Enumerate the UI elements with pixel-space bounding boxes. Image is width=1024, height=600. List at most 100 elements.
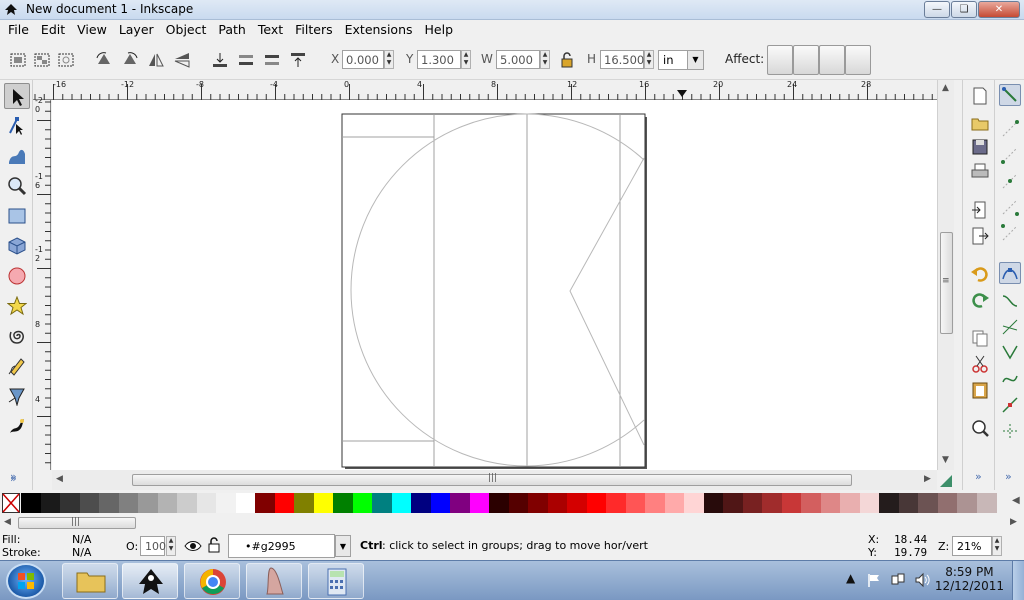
- snap-more-icon[interactable]: »: [1005, 470, 1012, 483]
- 3d-box-tool[interactable]: [4, 233, 30, 259]
- color-swatch[interactable]: [79, 493, 100, 513]
- pen-tool[interactable]: [4, 383, 30, 409]
- h-input[interactable]: 16.500: [600, 50, 644, 69]
- color-swatch[interactable]: [528, 493, 548, 513]
- snap-centers-icon[interactable]: [999, 420, 1021, 442]
- color-swatch[interactable]: [762, 493, 782, 513]
- opacity-input[interactable]: 100: [140, 536, 166, 556]
- color-swatch[interactable]: [138, 493, 158, 513]
- snap-paths-icon[interactable]: [999, 290, 1021, 312]
- color-swatch[interactable]: [840, 493, 860, 513]
- color-swatch[interactable]: [294, 493, 314, 513]
- menu-extensions[interactable]: Extensions: [339, 20, 419, 40]
- spiral-tool[interactable]: [4, 323, 30, 349]
- x-spinner[interactable]: ▲ ▼: [384, 50, 394, 69]
- taskbar-chrome[interactable]: [184, 563, 240, 599]
- snap-cusp-nodes-icon[interactable]: [999, 342, 1021, 364]
- taskbar-calculator[interactable]: [308, 563, 364, 599]
- color-swatch[interactable]: [157, 493, 178, 513]
- x-input[interactable]: 0.000: [342, 50, 384, 69]
- lock-icon[interactable]: [557, 50, 577, 70]
- color-swatch[interactable]: [450, 493, 470, 513]
- color-swatch[interactable]: [606, 493, 626, 513]
- rectangle-tool[interactable]: [4, 203, 30, 229]
- affect-stroke-width-button[interactable]: [767, 45, 793, 75]
- color-swatch[interactable]: [411, 493, 431, 513]
- scroll-down-icon[interactable]: ▼: [942, 455, 949, 465]
- zoom-selection-icon[interactable]: [970, 418, 990, 438]
- cut-icon[interactable]: [970, 354, 990, 374]
- import-icon[interactable]: [970, 200, 990, 220]
- new-document-icon[interactable]: [970, 86, 990, 106]
- color-swatch[interactable]: [118, 493, 139, 513]
- minimize-button[interactable]: —: [924, 1, 950, 18]
- color-swatch[interactable]: [274, 493, 295, 513]
- y-spinner[interactable]: ▲ ▼: [461, 50, 471, 69]
- color-swatch[interactable]: [333, 493, 353, 513]
- zoom-tool[interactable]: [4, 173, 30, 199]
- zoom-spinner[interactable]: ▲ ▼: [992, 536, 1002, 556]
- color-swatch[interactable]: [723, 493, 743, 513]
- affect-patterns-button[interactable]: [845, 45, 871, 75]
- calligraphy-tool[interactable]: [4, 413, 30, 439]
- color-swatch[interactable]: [40, 493, 61, 513]
- affect-gradients-button[interactable]: [819, 45, 845, 75]
- current-layer-select[interactable]: •#g2995: [228, 534, 335, 558]
- taskbar-app-cone[interactable]: [246, 563, 302, 599]
- snap-bbox-corner-icon[interactable]: [999, 170, 1021, 192]
- volume-icon[interactable]: [914, 572, 932, 588]
- star-tool[interactable]: [4, 293, 30, 319]
- paste-icon[interactable]: [970, 380, 990, 400]
- horizontal-scrollbar[interactable]: ◀ ||| ▶: [52, 470, 937, 490]
- redo-icon[interactable]: [970, 290, 990, 310]
- menu-filters[interactable]: Filters: [289, 20, 338, 40]
- menu-layer[interactable]: Layer: [113, 20, 160, 40]
- zoom-input[interactable]: 21%: [952, 536, 992, 556]
- snap-bbox-icon[interactable]: [999, 118, 1021, 140]
- affect-rounded-corners-button[interactable]: [793, 45, 819, 75]
- layer-dropdown-arrow[interactable]: ▼: [335, 535, 351, 557]
- select-all-icon[interactable]: [8, 50, 28, 70]
- rotate-ccw-icon[interactable]: [94, 50, 114, 70]
- color-swatch[interactable]: [664, 493, 685, 513]
- close-button[interactable]: ✕: [978, 1, 1020, 18]
- menu-help[interactable]: Help: [419, 20, 460, 40]
- h-spinner[interactable]: ▲ ▼: [644, 50, 654, 69]
- menu-view[interactable]: View: [71, 20, 113, 40]
- color-swatch[interactable]: [177, 493, 197, 513]
- raise-icon[interactable]: [262, 50, 282, 70]
- menu-text[interactable]: Text: [252, 20, 289, 40]
- copy-icon[interactable]: [970, 328, 990, 348]
- start-button[interactable]: [6, 563, 46, 599]
- lower-icon[interactable]: [236, 50, 256, 70]
- drawing-canvas[interactable]: [52, 100, 937, 470]
- color-swatch[interactable]: [99, 493, 119, 513]
- flip-vertical-icon[interactable]: [172, 50, 192, 70]
- color-swatch[interactable]: [684, 493, 704, 513]
- color-swatch[interactable]: [859, 493, 880, 513]
- snap-bbox-midpoint-icon[interactable]: [999, 196, 1021, 218]
- rotate-cw-icon[interactable]: [120, 50, 140, 70]
- selector-tool[interactable]: [4, 83, 30, 109]
- color-swatch[interactable]: [235, 493, 256, 513]
- network-icon[interactable]: [890, 572, 906, 588]
- snap-midpoints-icon[interactable]: [999, 394, 1021, 416]
- color-swatch[interactable]: [567, 493, 587, 513]
- color-swatch[interactable]: [60, 493, 80, 513]
- pencil-tool[interactable]: [4, 353, 30, 379]
- snap-bbox-edge-icon[interactable]: [999, 144, 1021, 166]
- maximize-button[interactable]: ❏: [951, 1, 977, 18]
- open-icon[interactable]: [970, 113, 990, 133]
- color-swatch[interactable]: [391, 493, 412, 513]
- color-swatch[interactable]: [820, 493, 841, 513]
- snap-bbox-center-icon[interactable]: [999, 222, 1021, 244]
- color-swatch[interactable]: [313, 493, 334, 513]
- menu-edit[interactable]: Edit: [35, 20, 71, 40]
- raise-to-top-icon[interactable]: [288, 50, 308, 70]
- color-swatch[interactable]: [352, 493, 373, 513]
- deselect-icon[interactable]: [56, 50, 76, 70]
- color-swatch[interactable]: [508, 493, 529, 513]
- color-swatch[interactable]: [21, 493, 41, 513]
- vertical-scrollbar[interactable]: ▲ ≡ ▼: [937, 80, 954, 470]
- node-tool[interactable]: [4, 113, 30, 139]
